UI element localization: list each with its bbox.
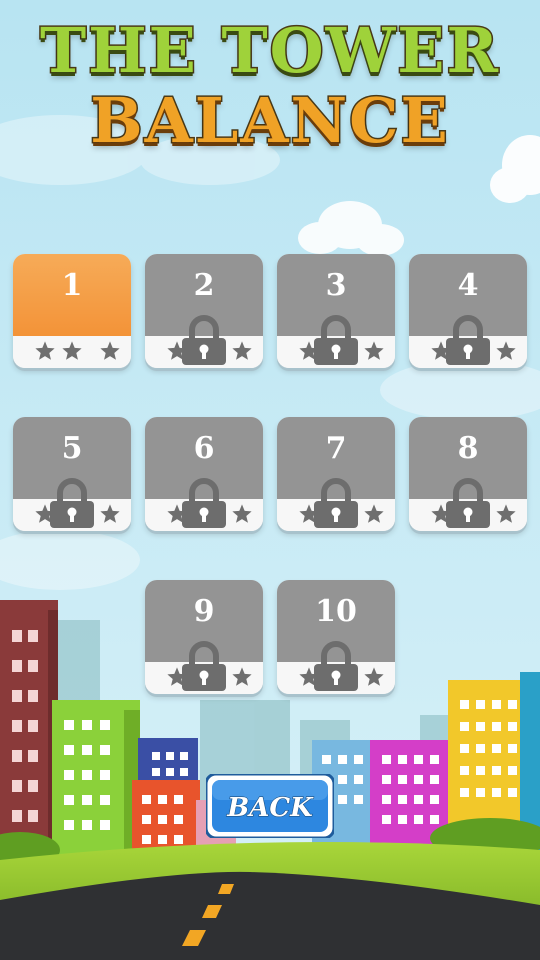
padlock-icon (314, 315, 358, 365)
star-icon (35, 341, 55, 360)
level-number: 8 (457, 431, 479, 466)
star-icon (232, 667, 252, 686)
level-tile-1[interactable]: 1 (13, 254, 131, 368)
star-icon (62, 341, 82, 360)
star-icon (364, 341, 384, 360)
star-icon (364, 667, 384, 686)
level-tile-6[interactable]: 6 (145, 417, 263, 531)
star-icon (232, 504, 252, 523)
level-tile-8[interactable]: 8 (409, 417, 527, 531)
level-number: 3 (325, 268, 347, 303)
level-number: 6 (193, 431, 215, 466)
level-number: 9 (193, 594, 215, 629)
star-icon (364, 504, 384, 523)
padlock-icon (314, 478, 358, 528)
level-number: 5 (61, 431, 83, 466)
game-title-line1: THE TOWER (38, 13, 501, 89)
level-tile-9[interactable]: 9 (145, 580, 263, 694)
game-title-line2: BALANCE (89, 83, 450, 159)
level-number: 1 (61, 268, 83, 303)
padlock-icon (182, 315, 226, 365)
level-number: 4 (457, 268, 479, 303)
padlock-icon (446, 315, 490, 365)
level-tile-5[interactable]: 5 (13, 417, 131, 531)
level-number: 2 (193, 268, 215, 303)
level-tile-3[interactable]: 3 (277, 254, 395, 368)
back-button[interactable]: BACK (206, 774, 334, 838)
padlock-icon (50, 478, 94, 528)
level-tile-4[interactable]: 4 (409, 254, 527, 368)
star-icon (496, 504, 516, 523)
level-number: 10 (315, 594, 357, 629)
padlock-icon (182, 641, 226, 691)
padlock-icon (446, 478, 490, 528)
level-tile-7[interactable]: 7 (277, 417, 395, 531)
level-tile-10[interactable]: 10 (277, 580, 395, 694)
star-icon (100, 504, 120, 523)
back-button-label: BACK (226, 793, 314, 823)
star-icon (232, 341, 252, 360)
level-number: 7 (325, 431, 347, 466)
star-icon (496, 341, 516, 360)
level-tile-2[interactable]: 2 (145, 254, 263, 368)
star-icon (100, 341, 120, 360)
padlock-icon (314, 641, 358, 691)
building (0, 600, 58, 860)
padlock-icon (182, 478, 226, 528)
